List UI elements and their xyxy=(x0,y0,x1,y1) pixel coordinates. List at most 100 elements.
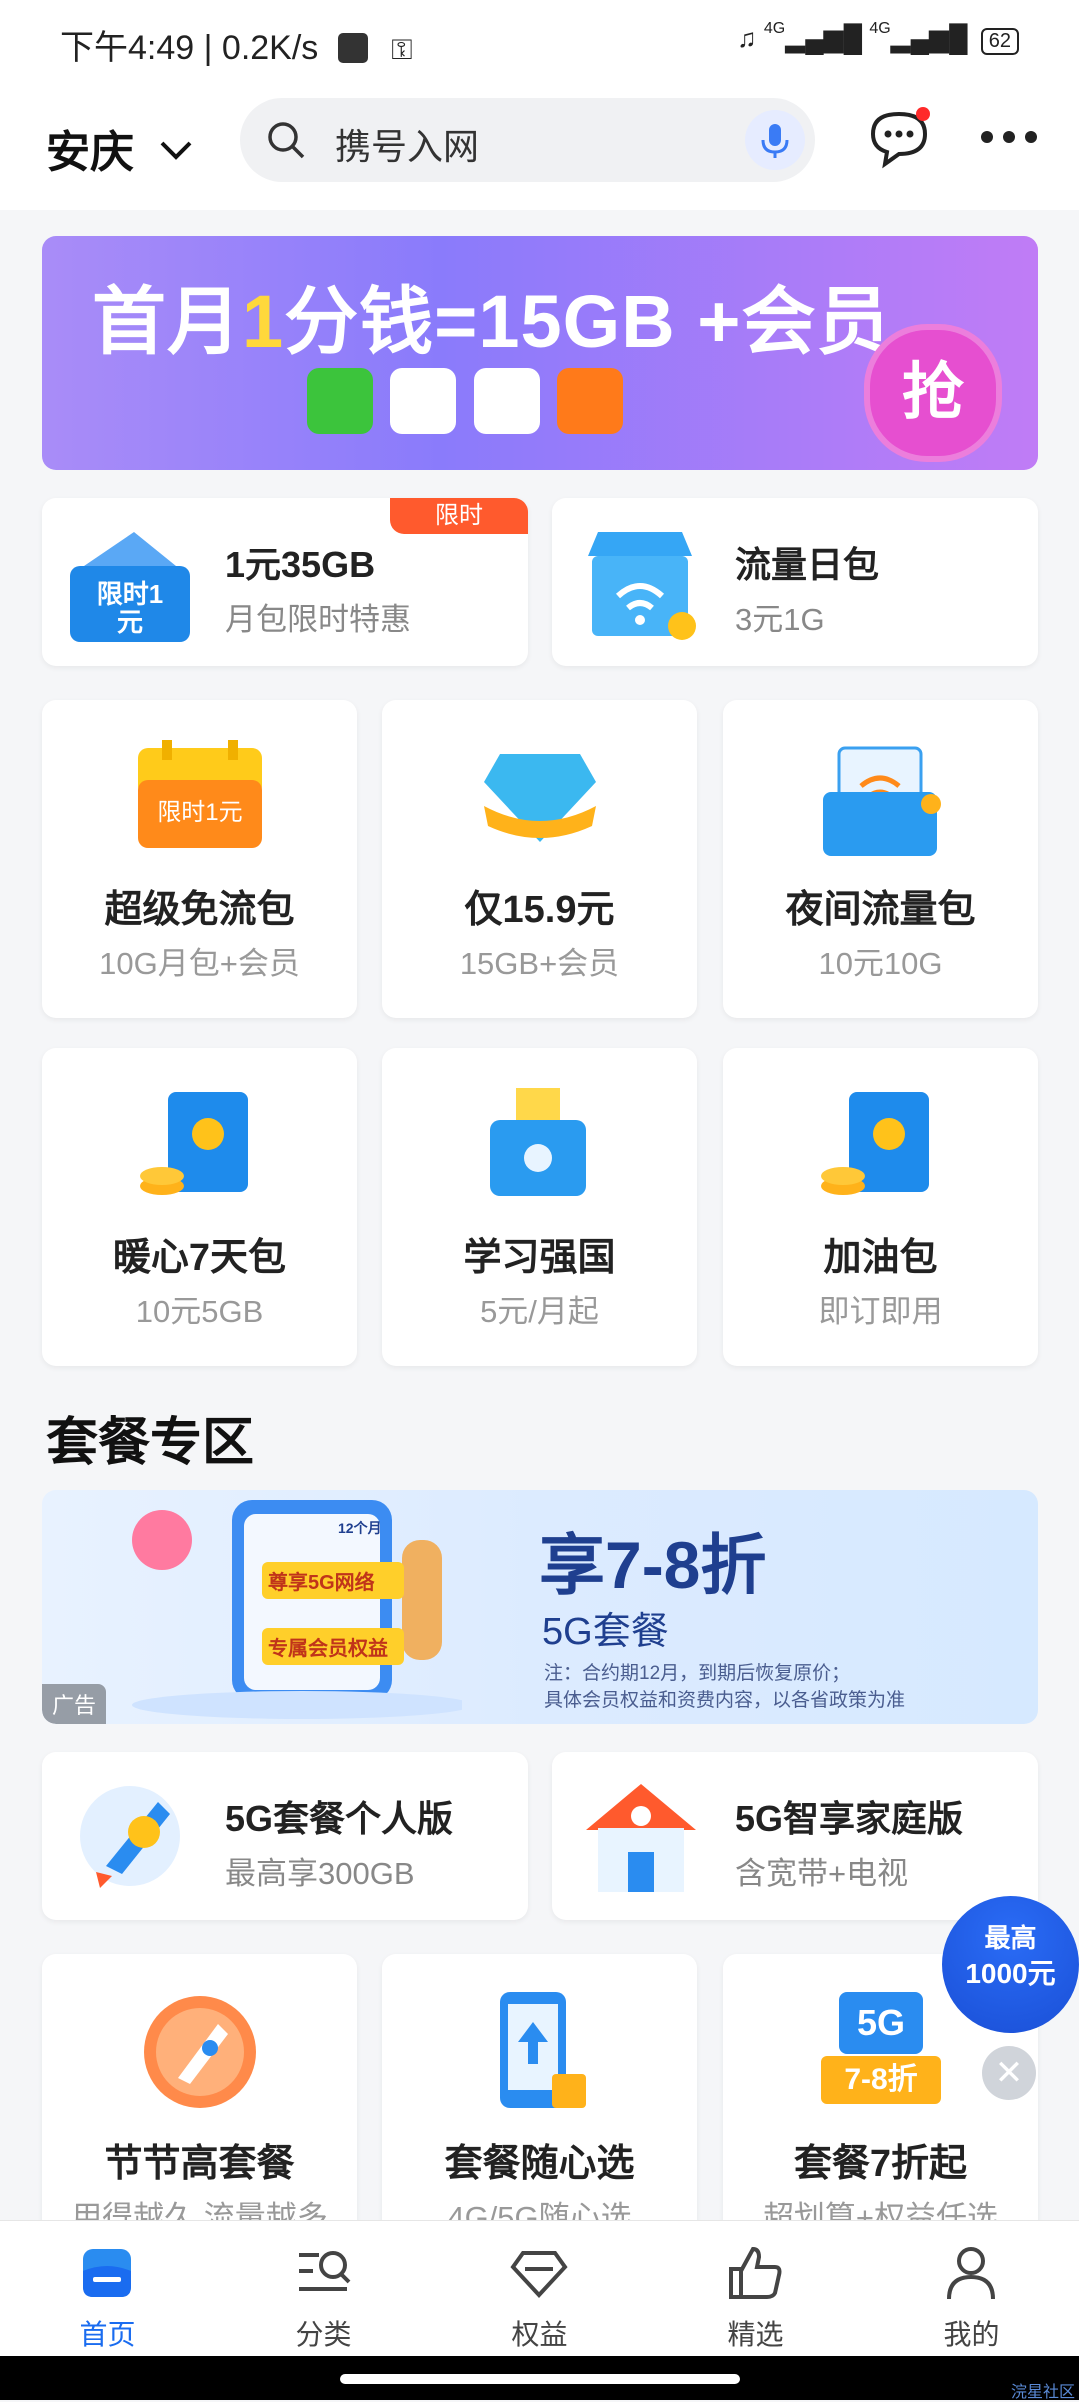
diamond-outline-icon xyxy=(510,2251,568,2298)
nav-featured[interactable]: 精选 xyxy=(648,2221,863,2357)
watermark: 浣星社区 xyxy=(1010,2384,1075,2401)
banner-title: 首月1分钱=15GB +会员 xyxy=(92,280,892,363)
status-bar: 下午4:49 | 0.2K/s ⚿ ♫ 4G▂▄▆█ 4G▂▄▆█ 62 xyxy=(0,0,1079,80)
nav-mine[interactable]: 我的 xyxy=(864,2221,1079,2357)
tile-title: 仅15.9元 xyxy=(464,889,615,931)
search-icon xyxy=(268,122,305,159)
tile-title: 学习强国 xyxy=(463,1237,616,1279)
promo-title: 流量日包 xyxy=(735,544,880,585)
mango-tv-icon xyxy=(557,368,624,434)
category-icon xyxy=(299,2251,351,2291)
youku-icon xyxy=(473,368,540,434)
card-holder-icon xyxy=(490,1088,586,1196)
chevron-down-icon xyxy=(160,141,192,160)
battery-level: 62 xyxy=(988,30,1011,52)
signal-icon: ▂▄▆█ xyxy=(785,23,863,53)
tile-subtitle: 5元/月起 xyxy=(480,1294,599,1329)
status-app-icon xyxy=(337,33,368,63)
partner-apps xyxy=(307,368,636,439)
diamond-icon xyxy=(484,754,596,842)
nav-category[interactable]: 分类 xyxy=(216,2221,431,2357)
plan-title: 5G套餐个人版 xyxy=(225,1798,454,1839)
wifi-envelope-icon xyxy=(823,746,941,856)
city-label: 安庆 xyxy=(46,128,134,177)
bottom-nav: 首页 分类 权益 精选 我的 xyxy=(0,2220,1079,2357)
nav-label: 我的 xyxy=(943,2319,1000,2350)
bluetooth-icon: ♫ xyxy=(737,23,757,53)
search-placeholder: 携号入网 xyxy=(335,126,480,167)
search-bar[interactable]: 携号入网 xyxy=(240,98,815,182)
promo-subtitle: 3元1G xyxy=(735,602,825,637)
red-packet-icon xyxy=(821,1092,929,1195)
thumbs-up-icon xyxy=(729,2246,782,2299)
nav-home[interactable]: 首页 xyxy=(0,2221,215,2357)
status-right: ♫ 4G▂▄▆█ 4G▂▄▆█ 62 xyxy=(737,20,1019,55)
grab-button[interactable]: 抢 xyxy=(864,324,1002,462)
ad-illustration: 尊享5G网络 专属会员权益 12个月 xyxy=(102,1500,472,1720)
promo-card-daily[interactable]: 流量日包 3元1G xyxy=(552,498,1038,666)
plan-card-5g-family[interactable]: 5G智享家庭版 含宽带+电视 xyxy=(552,1752,1038,1920)
tile-title: 套餐随心选 xyxy=(444,2143,635,2185)
message-icon[interactable] xyxy=(865,102,935,172)
floating-reward-badge[interactable]: 最高 1000元 xyxy=(942,1896,1079,2033)
tile-subtitle: 10元5GB xyxy=(135,1294,264,1329)
tile-title: 夜间流量包 xyxy=(785,889,976,931)
iqiyi-icon xyxy=(307,368,373,434)
tile-super-free[interactable]: 限时1元 超级免流包 10G月包+会员 xyxy=(42,700,357,1018)
promo-subtitle: 月包限时特惠 xyxy=(225,602,411,637)
house-icon xyxy=(586,1784,696,1892)
nav-benefits[interactable]: 权益 xyxy=(432,2221,647,2357)
tile-xuexi[interactable]: 学习强国 5元/月起 xyxy=(382,1048,697,1366)
tile-subtitle: 15GB+会员 xyxy=(459,946,620,981)
plan-card-5g-personal[interactable]: 5G套餐个人版 最高享300GB xyxy=(42,1752,528,1920)
status-time: 下午4:49 xyxy=(60,29,195,67)
tile-warm-7day[interactable]: 暖心7天包 10元5GB xyxy=(42,1048,357,1366)
status-speed: 0.2K/s xyxy=(221,29,319,67)
phone-upgrade-icon xyxy=(500,1992,586,2108)
tile-title: 超级免流包 xyxy=(104,889,295,931)
tile-booster[interactable]: 加油包 即订即用 xyxy=(723,1048,1038,1366)
plan-subtitle: 含宽带+电视 xyxy=(735,1856,909,1891)
ad-img-badge: 12个月 xyxy=(338,1520,382,1536)
nav-label: 精选 xyxy=(727,2319,784,2350)
gesture-bar xyxy=(0,2356,1079,2400)
signal-label-1: 4G xyxy=(763,20,786,37)
tile-title: 加油包 xyxy=(823,1237,938,1279)
signal-label-2: 4G xyxy=(869,20,891,37)
voice-search-button[interactable] xyxy=(745,110,805,170)
home-indicator[interactable] xyxy=(340,2374,740,2384)
calendar-icon: 限时1元 xyxy=(134,740,266,852)
section-title: 套餐专区 xyxy=(46,1414,255,1472)
ad-img-text-1: 尊享5G网络 xyxy=(262,1562,404,1599)
promo-card-1yuan[interactable]: 限时 限时1元 1元35GB 月包限时特惠 xyxy=(42,498,528,666)
tile-title: 节节高套餐 xyxy=(104,2143,295,2185)
tile-15-9[interactable]: 仅15.9元 15GB+会员 xyxy=(382,700,697,1018)
city-selector[interactable]: 安庆 xyxy=(46,116,194,180)
status-left: 下午4:49 | 0.2K/s ⚿ xyxy=(60,29,413,67)
microphone-icon xyxy=(761,124,789,158)
tencent-video-icon xyxy=(390,368,457,434)
battery-icon: 62 xyxy=(980,28,1019,55)
tile-subtitle: 即订即用 xyxy=(818,1294,943,1329)
tile-title: 套餐7折起 xyxy=(793,2143,968,2185)
key-icon: ⚿ xyxy=(391,34,413,65)
top-header: 安庆 携号入网 xyxy=(0,80,1079,210)
icon-discount-text: 7-8折 xyxy=(821,2056,941,2104)
ad-subheadline: 5G套餐 xyxy=(542,1611,669,1653)
5g-discount-icon: 5G 7-8折 xyxy=(821,1992,941,2112)
tile-subtitle: 10元10G xyxy=(818,946,943,981)
icon-5g-text: 5G xyxy=(839,1992,923,2054)
rocket-icon xyxy=(80,1786,180,1888)
tile-subtitle: 10G月包+会员 xyxy=(99,946,300,981)
close-icon[interactable]: ✕ xyxy=(982,2046,1036,2100)
promo-banner[interactable]: 首月1分钱=15GB +会员 抢 xyxy=(42,236,1038,470)
tile-night-data[interactable]: 夜间流量包 10元10G xyxy=(723,700,1038,1018)
more-icon[interactable] xyxy=(979,127,1039,147)
ad-tag: 广告 xyxy=(42,1684,107,1724)
nav-label: 分类 xyxy=(295,2319,352,2350)
ad-banner[interactable]: 尊享5G网络 专属会员权益 12个月 享7-8折 5G套餐 注：合约期12月，到… xyxy=(42,1490,1038,1724)
rocket-badge-icon xyxy=(144,1996,256,2108)
ad-img-text-2: 专属会员权益 xyxy=(262,1628,404,1665)
shop-wifi-icon xyxy=(578,526,702,649)
ticket-icon-text: 限时1元 xyxy=(96,579,164,637)
